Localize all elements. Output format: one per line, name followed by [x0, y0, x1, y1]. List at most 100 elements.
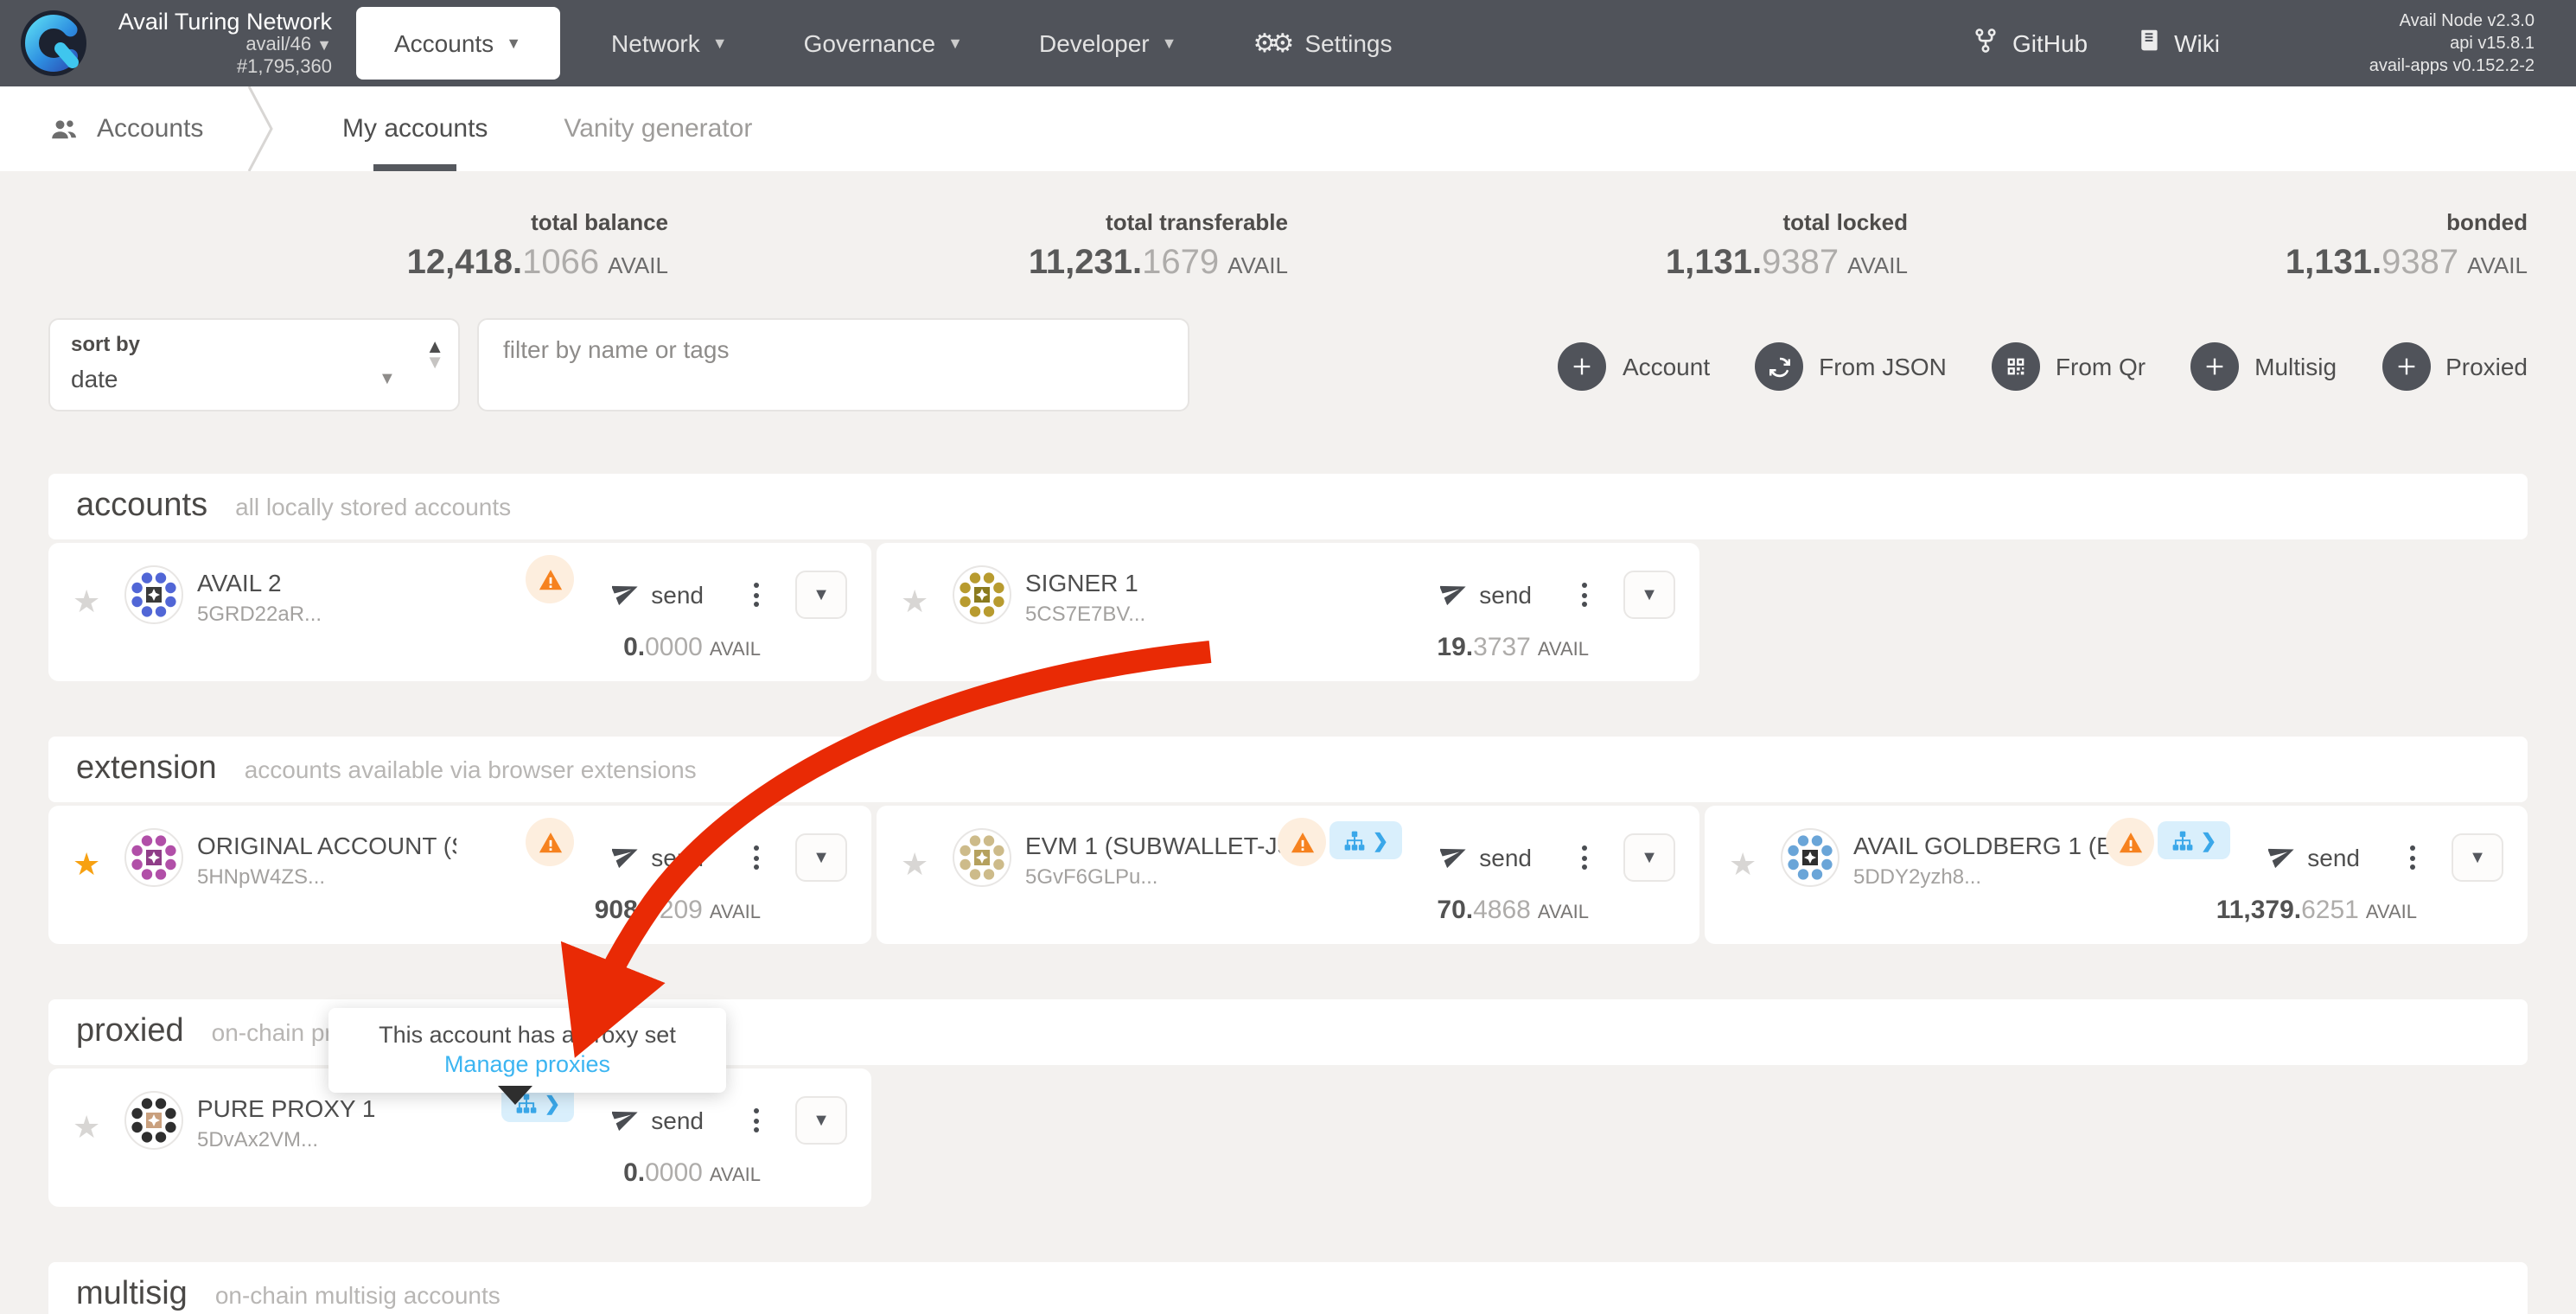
warning-badge-icon[interactable]: [2106, 818, 2154, 866]
button-label: Proxied: [2445, 353, 2528, 380]
nav-item-governance[interactable]: Governance▼: [766, 7, 1001, 80]
account-address: 5GRD22aR...: [197, 602, 322, 626]
account-name: SIGNER 1: [1025, 569, 1145, 596]
stat-value: 12,418.1066AVAIL: [48, 244, 668, 284]
expand-caret-button[interactable]: ▼: [795, 833, 847, 882]
account-name: AVAIL 2: [197, 569, 322, 596]
button-multisig[interactable]: Multisig: [2190, 342, 2337, 391]
favorite-star[interactable]: ★: [73, 847, 100, 883]
people-icon: [48, 113, 80, 144]
balance-unit: AVAIL: [1538, 640, 1589, 660]
nav-item-network[interactable]: Network▼: [573, 7, 766, 80]
section-header-accounts: accountsall locally stored accounts: [48, 474, 2528, 539]
stat-int: 1,131.: [1666, 244, 1762, 282]
nav-item-label: Settings: [1304, 29, 1392, 57]
header-link-label: Wiki: [2174, 29, 2220, 57]
account-identicon-icon[interactable]: [124, 828, 183, 887]
button-proxied[interactable]: Proxied: [2382, 342, 2528, 391]
network-switcher[interactable]: Avail Turing Network avail/46▼ #1,795,36…: [107, 8, 332, 79]
stat-label: total balance: [48, 209, 668, 235]
account-address: 5GvF6GLPu...: [1025, 864, 1285, 889]
version-line: avail-apps v0.152.2-2: [2327, 54, 2535, 77]
button-account[interactable]: Account: [1559, 342, 1710, 391]
expand-caret-button[interactable]: ▼: [1623, 833, 1675, 882]
account-identicon-icon[interactable]: [1781, 828, 1840, 887]
warning-badge-icon[interactable]: [1278, 818, 1326, 866]
plus-icon: [2382, 342, 2430, 391]
more-menu-button[interactable]: [1578, 579, 1591, 610]
more-menu-button[interactable]: [2407, 842, 2419, 873]
proxy-badge-icon[interactable]: ❯: [1329, 821, 1402, 859]
stat-value: 1,131.9387AVAIL: [1908, 244, 2528, 284]
card-actions: send ▼: [611, 1096, 847, 1145]
send-button-label: send: [1479, 581, 1532, 609]
send-button[interactable]: send: [1439, 839, 1532, 876]
expand-caret-button[interactable]: ▼: [795, 1096, 847, 1145]
proxy-badge-icon[interactable]: ❯: [2158, 821, 2230, 859]
send-button-label: send: [1479, 844, 1532, 871]
favorite-star[interactable]: ★: [901, 584, 928, 621]
more-menu-button[interactable]: [750, 579, 762, 610]
section-cards-extension: ★ORIGINAL ACCOUNT (SUBW…5HNpW4ZS...send▼…: [48, 806, 2528, 944]
breadcrumb[interactable]: Accounts: [0, 113, 242, 144]
send-button[interactable]: send: [2267, 839, 2360, 876]
account-identicon-icon[interactable]: [953, 828, 1011, 887]
account-identicon-icon[interactable]: [124, 565, 183, 624]
balance-dec: 3737: [1473, 633, 1531, 662]
header-link-wiki[interactable]: Wiki: [2112, 28, 2244, 59]
sort-by-dropdown[interactable]: sort by date ▼ ▲▼: [48, 318, 460, 411]
balance-unit: AVAIL: [2366, 903, 2417, 923]
account-identicon-icon[interactable]: [124, 1091, 183, 1150]
stat-dec: 1066: [522, 244, 599, 282]
filter-input[interactable]: [477, 318, 1189, 411]
favorite-star[interactable]: ★: [1729, 847, 1757, 883]
send-button-label: send: [2307, 844, 2360, 871]
button-from-json[interactable]: From JSON: [1755, 342, 1947, 391]
avail-logo-icon[interactable]: [17, 7, 90, 80]
favorite-star[interactable]: ★: [73, 584, 100, 621]
top-header: Avail Turing Network avail/46▼ #1,795,36…: [0, 0, 2576, 86]
tab-my-accounts[interactable]: My accounts: [342, 86, 488, 171]
account-balance: 0.0000AVAIL: [623, 633, 761, 664]
tooltip-pointer-icon: [498, 1086, 532, 1105]
send-button-label: send: [651, 1107, 704, 1134]
account-address: 5HNpW4ZS...: [197, 864, 456, 889]
stat-value: 1,131.9387AVAIL: [1288, 244, 1908, 284]
account-balance: 70.4868AVAIL: [1437, 896, 1589, 927]
send-button[interactable]: send: [611, 577, 704, 613]
expand-caret-button[interactable]: ▼: [795, 571, 847, 619]
qr-icon: [1992, 342, 2040, 391]
warning-badge-icon[interactable]: [526, 555, 574, 603]
version-line: api v15.8.1: [2327, 32, 2535, 54]
nav-item-developer[interactable]: Developer▼: [1001, 7, 1215, 80]
button-from-qr[interactable]: From Qr: [1992, 342, 2146, 391]
expand-caret-button[interactable]: ▼: [2452, 833, 2503, 882]
send-button[interactable]: send: [611, 1102, 704, 1139]
more-menu-button[interactable]: [1578, 842, 1591, 873]
expand-caret-button[interactable]: ▼: [1623, 571, 1675, 619]
chevron-down-icon: ▼: [379, 370, 396, 389]
balance-summary: total balance12,418.1066AVAILtotal trans…: [0, 171, 2576, 284]
account-identicon-icon[interactable]: [953, 565, 1011, 624]
favorite-star[interactable]: ★: [901, 847, 928, 883]
more-menu-button[interactable]: [750, 1105, 762, 1136]
balance-int: 70.: [1437, 896, 1473, 925]
favorite-star[interactable]: ★: [73, 1110, 100, 1146]
section-cards-accounts: ★ AVAIL 2 5GRD22aR... send ▼ 0.0000AVAIL ★ SIGN…: [48, 543, 2528, 681]
nav-item-settings[interactable]: ⚙⚙Settings: [1215, 7, 1431, 80]
manage-proxies-link[interactable]: Manage proxies: [339, 1051, 716, 1077]
send-button[interactable]: send: [1439, 577, 1532, 613]
tab-vanity-generator[interactable]: Vanity generator: [564, 86, 752, 171]
more-menu-button[interactable]: [750, 842, 762, 873]
account-balance: 11,379.6251AVAIL: [2216, 896, 2417, 927]
send-button[interactable]: send: [611, 839, 704, 876]
nav-item-accounts[interactable]: Accounts▼: [356, 7, 559, 80]
sort-direction-toggle[interactable]: ▲▼: [425, 341, 444, 372]
nav-item-label: Accounts: [394, 29, 494, 57]
warning-badge-icon[interactable]: [526, 818, 574, 866]
header-link-github[interactable]: GitHub: [1948, 28, 2112, 59]
nav-item-label: Governance: [804, 29, 936, 57]
page: Avail Turing Network avail/46▼ #1,795,36…: [0, 0, 2576, 1314]
chevron-down-icon: ▼: [712, 35, 728, 52]
card-actions: send ▼: [611, 571, 847, 619]
